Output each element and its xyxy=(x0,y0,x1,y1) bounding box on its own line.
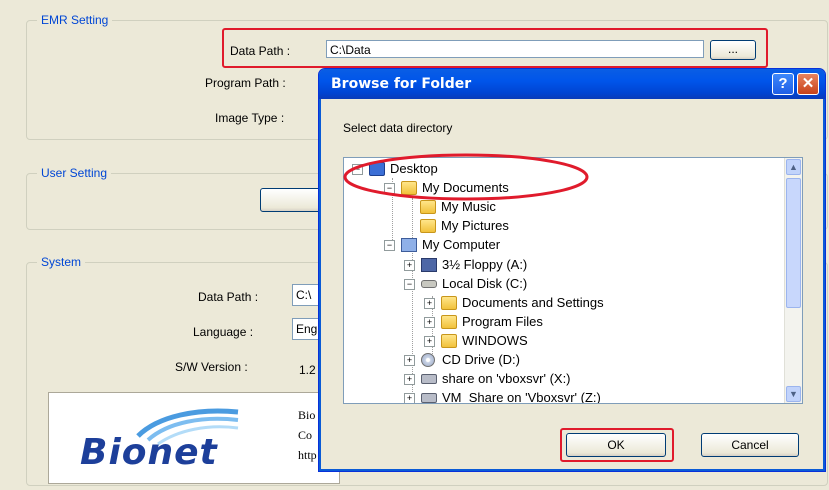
close-button[interactable]: ✕ xyxy=(797,73,819,95)
folder-icon xyxy=(441,296,457,310)
bionet-logo: Bionet xyxy=(78,402,248,474)
ok-button[interactable]: OK xyxy=(566,433,666,457)
dialog-title: Browse for Folder xyxy=(331,76,472,92)
network-drive-icon xyxy=(421,393,437,403)
tree-item-label: My Computer xyxy=(422,237,501,252)
expand-icon[interactable]: + xyxy=(404,393,415,403)
browse-button[interactable]: ... xyxy=(710,40,756,60)
hard-drive-icon xyxy=(421,280,437,288)
expand-icon[interactable]: + xyxy=(424,336,435,347)
about-line-2: Co xyxy=(298,428,313,442)
collapse-icon[interactable]: − xyxy=(384,240,395,251)
dialog-title-bar[interactable]: Browse for Folder ? ✕ xyxy=(319,69,825,99)
image-type-label: Image Type : xyxy=(215,111,285,125)
tree-line xyxy=(412,198,413,398)
system-title: System xyxy=(37,255,86,269)
computer-icon xyxy=(401,238,417,252)
scroll-down-icon[interactable]: ▼ xyxy=(786,386,801,402)
collapse-icon[interactable]: − xyxy=(404,279,415,290)
tree-item-label: Program Files xyxy=(462,314,543,329)
tree-item-label: CD Drive (D:) xyxy=(442,352,520,367)
floppy-icon xyxy=(421,258,437,272)
program-path-label: Program Path : xyxy=(205,76,286,90)
tree-item-label: share on 'vboxsvr' (X:) xyxy=(442,371,571,386)
user-setting-title: User Setting xyxy=(37,166,112,180)
tree-item-label: Local Disk (C:) xyxy=(442,276,528,291)
tree-item-label: Documents and Settings xyxy=(462,295,604,310)
system-data-path-label: Data Path : xyxy=(198,290,259,304)
expand-icon[interactable]: + xyxy=(404,374,415,385)
tree-item-label: My Pictures xyxy=(441,218,509,233)
emr-setting-title: EMR Setting xyxy=(37,13,113,27)
tree-item-label: 3½ Floppy (A:) xyxy=(442,257,528,272)
scroll-up-icon[interactable]: ▲ xyxy=(786,159,801,175)
language-label: Language : xyxy=(193,325,254,339)
expand-icon[interactable]: + xyxy=(424,298,435,309)
sw-version-label: S/W Version : xyxy=(175,360,248,374)
sw-version-value: 1.2 xyxy=(299,363,316,377)
tree-item-label: WINDOWS xyxy=(462,333,528,348)
folder-icon xyxy=(441,334,457,348)
folder-icon xyxy=(441,315,457,329)
expand-icon[interactable]: + xyxy=(424,317,435,328)
about-line-1: Bio xyxy=(298,408,316,422)
network-drive-icon xyxy=(421,374,437,384)
about-line-3: http xyxy=(298,448,317,462)
browse-folder-dialog: Browse for Folder ? ✕ Select data direct… xyxy=(318,68,826,472)
cancel-button[interactable]: Cancel xyxy=(701,433,799,457)
help-button[interactable]: ? xyxy=(772,73,794,95)
expand-icon[interactable]: + xyxy=(404,355,415,366)
tree-item-label: VM_Share on 'Vboxsvr' (Z:) xyxy=(442,390,601,404)
scroll-thumb[interactable] xyxy=(786,178,801,308)
emr-data-path-input[interactable]: C:\Data xyxy=(326,40,704,58)
pictures-folder-icon xyxy=(420,219,436,233)
cd-drive-icon xyxy=(421,353,435,367)
expand-icon[interactable]: + xyxy=(404,260,415,271)
bionet-logo-text: Bionet xyxy=(80,432,218,473)
emr-data-path-label: Data Path : xyxy=(230,44,291,58)
dialog-prompt: Select data directory xyxy=(343,121,453,135)
desktop-highlight-ellipse xyxy=(343,153,589,201)
tree-scrollbar[interactable]: ▲ ▼ xyxy=(784,158,802,403)
